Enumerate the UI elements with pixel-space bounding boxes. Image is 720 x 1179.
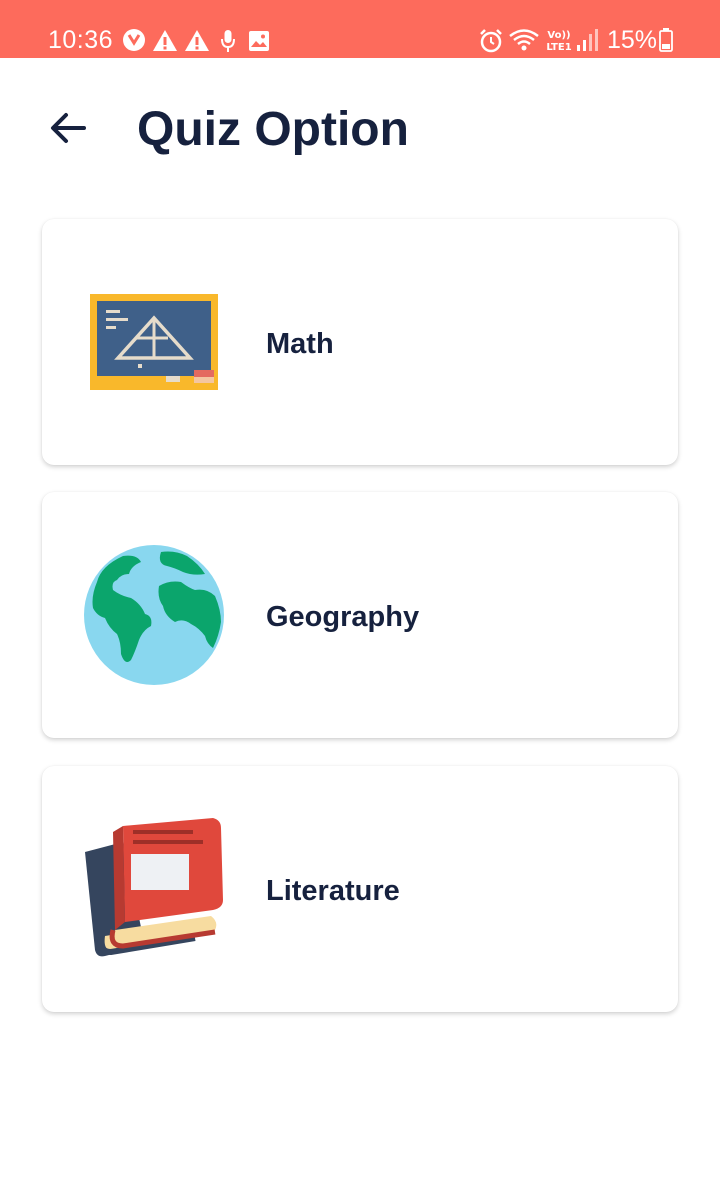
battery-icon xyxy=(659,28,673,52)
globe-icon xyxy=(84,545,224,685)
quiz-option-math[interactable]: Math xyxy=(42,219,678,465)
option-label: Geography xyxy=(266,601,420,633)
svg-text:LTE1: LTE1 xyxy=(546,42,571,52)
app-icon xyxy=(123,29,145,51)
status-time: 10:36 xyxy=(48,26,114,54)
quiz-option-literature[interactable]: Literature xyxy=(42,766,678,1012)
option-label: Literature xyxy=(266,875,400,907)
warning-icon xyxy=(185,30,209,51)
chalkboard-icon xyxy=(90,294,218,390)
option-label: Math xyxy=(266,328,334,360)
svg-text:Vo)): Vo)) xyxy=(547,30,570,41)
status-bar: 10:36 Vo)) LTE1 15% xyxy=(0,0,720,58)
signal-icon xyxy=(577,29,598,51)
arrow-left-icon xyxy=(51,113,86,143)
app-header: Quiz Option xyxy=(0,58,720,208)
battery-percent: 15% xyxy=(607,26,658,54)
image-icon xyxy=(249,31,269,51)
wifi-icon xyxy=(509,29,539,51)
microphone-icon xyxy=(221,30,235,52)
books-icon xyxy=(85,818,223,957)
page-title: Quiz Option xyxy=(137,103,409,156)
alarm-icon xyxy=(480,29,502,53)
volte-lte-icon: Vo)) LTE1 xyxy=(546,30,571,52)
warning-icon xyxy=(153,30,177,51)
quiz-option-geography[interactable]: Geography xyxy=(42,492,678,738)
back-button[interactable] xyxy=(40,106,96,150)
